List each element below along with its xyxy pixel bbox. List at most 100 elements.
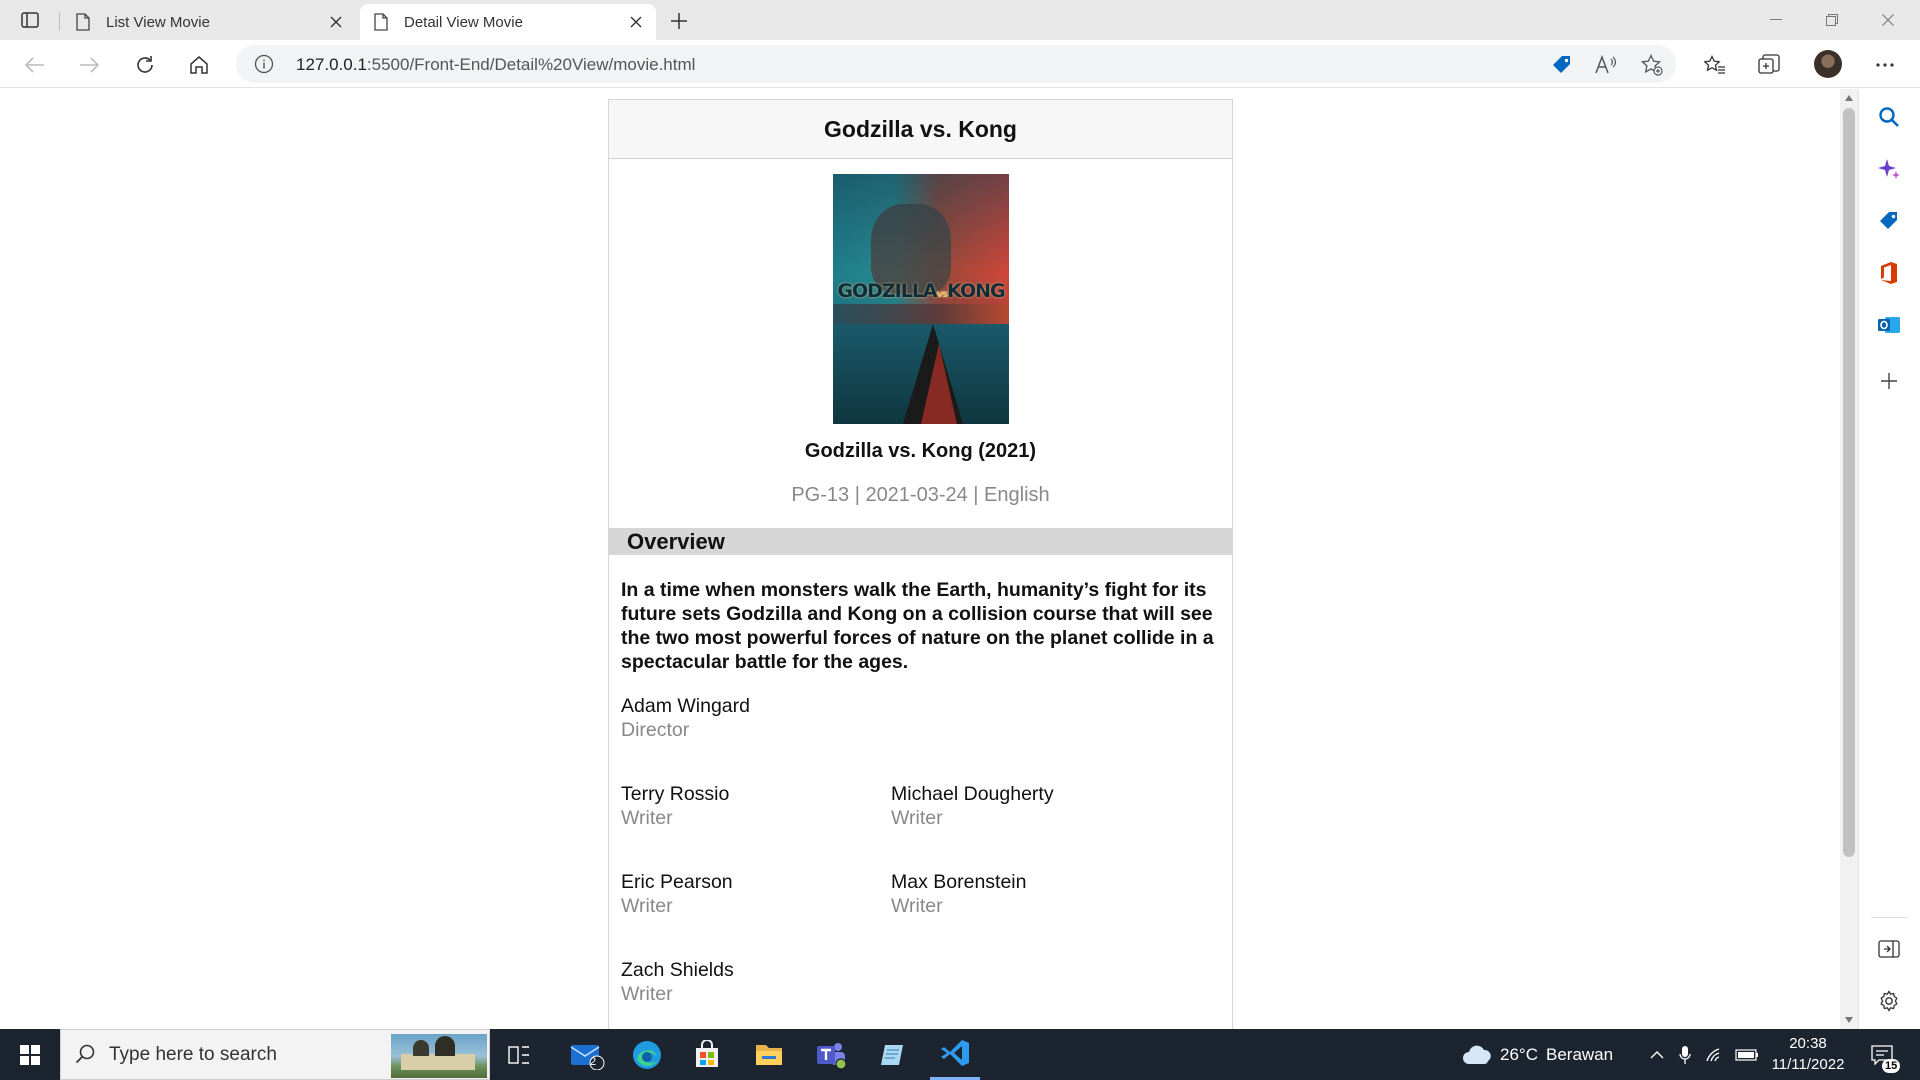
forward-arrow-icon[interactable]: [72, 48, 106, 82]
address-bar[interactable]: 127.0.0.1:5500/Front-End/Detail%20View/m…: [236, 45, 1676, 83]
crew-job: Writer: [891, 895, 943, 917]
windows-start-icon[interactable]: [0, 1029, 60, 1080]
movie-detail-card: Godzilla vs. Kong GODZILLAvsKONG Godzill…: [608, 99, 1233, 1029]
crew-name: Zach Shields: [621, 959, 734, 981]
movie-meta: PG-13 | 2021-03-24 | English: [791, 484, 1050, 506]
url-text[interactable]: 127.0.0.1:5500/Front-End/Detail%20View/m…: [296, 55, 695, 75]
refresh-icon[interactable]: [128, 48, 162, 82]
overview-heading: Overview: [627, 529, 725, 554]
scroll-down-arrow-icon[interactable]: [1845, 1017, 1853, 1023]
edge-sidebar: [1858, 89, 1920, 1029]
crew-member: Adam Wingard Director: [621, 694, 750, 742]
page-icon: [374, 13, 390, 31]
close-tab-icon[interactable]: [322, 8, 350, 36]
system-clock[interactable]: 20:38 11/11/2022: [1766, 1033, 1850, 1075]
tab-label: List View Movie: [106, 13, 210, 31]
cloudy-weather-icon: [1458, 1029, 1498, 1080]
tab-separator: [59, 12, 60, 30]
search-highlight-illustration: [391, 1034, 487, 1078]
clock-date: 11/11/2022: [1771, 1056, 1845, 1073]
battery-icon[interactable]: [1732, 1029, 1762, 1080]
crew-name: Adam Wingard: [621, 695, 750, 717]
poster-logo: GODZILLAvsKONG: [833, 280, 1009, 302]
movie-title: Godzilla vs. Kong (2021): [804, 440, 1037, 462]
taskbar-search-box[interactable]: Type here to search: [60, 1029, 490, 1080]
tab-actions-icon[interactable]: [14, 8, 46, 32]
crew-name: Eric Pearson: [621, 871, 733, 893]
teams-icon[interactable]: [806, 1029, 856, 1080]
settings-gear-icon[interactable]: [1875, 987, 1903, 1015]
crew-name: Michael Dougherty: [891, 783, 1054, 805]
page-icon: [76, 13, 92, 31]
shopping-tag-icon[interactable]: [1550, 53, 1574, 77]
browser-tab-bar: List View Movie Detail View Movie: [0, 0, 1920, 40]
url-path: :5500/Front-End/Detail%20View/movie.html: [366, 55, 696, 74]
crew-member: Max Borenstein Writer: [891, 870, 1026, 918]
notification-center-icon[interactable]: [1862, 1029, 1902, 1080]
wifi-icon[interactable]: [1702, 1029, 1728, 1080]
crew-job: Director: [621, 719, 690, 741]
mail-app-icon[interactable]: 2: [562, 1029, 612, 1080]
poster-logo-vs: vs: [936, 289, 949, 300]
tab-list-view-movie[interactable]: List View Movie: [62, 4, 356, 40]
office-icon[interactable]: [1875, 259, 1903, 287]
close-tab-icon[interactable]: [622, 8, 650, 36]
restore-button[interactable]: [1804, 0, 1860, 40]
crew-member: Terry Rossio Writer: [621, 782, 729, 830]
crew-job: Writer: [621, 807, 673, 829]
read-aloud-icon[interactable]: [1594, 53, 1618, 77]
notification-count-badge: 15: [1882, 1059, 1901, 1073]
file-explorer-icon[interactable]: [744, 1029, 794, 1080]
search-icon[interactable]: [1875, 103, 1903, 131]
overview-text: In a time when monsters walk the Earth, …: [621, 579, 1214, 673]
poster-red-spikes: [921, 344, 957, 424]
page-viewport: Godzilla vs. Kong GODZILLAvsKONG Godzill…: [0, 89, 1840, 1029]
outlook-icon[interactable]: [1875, 311, 1903, 339]
site-info-icon[interactable]: [254, 54, 274, 74]
add-sidebar-app-icon[interactable]: [1875, 367, 1903, 395]
favorites-icon[interactable]: [1698, 48, 1732, 82]
vscode-icon[interactable]: [930, 1029, 980, 1080]
notepad-icon[interactable]: [868, 1029, 918, 1080]
add-favorite-icon[interactable]: [1640, 53, 1664, 77]
show-hidden-icons-chevron-icon[interactable]: [1644, 1029, 1670, 1080]
profile-avatar[interactable]: [1814, 50, 1842, 78]
weather-description: Berawan: [1545, 1044, 1614, 1064]
crew-member: Michael Dougherty Writer: [891, 782, 1054, 830]
search-placeholder: Type here to search: [109, 1044, 277, 1065]
microphone-icon[interactable]: [1672, 1029, 1698, 1080]
collections-icon[interactable]: [1752, 48, 1786, 82]
hide-sidebar-icon[interactable]: [1875, 935, 1903, 963]
crew-job: Writer: [891, 807, 943, 829]
sidebar-divider: [1871, 917, 1907, 918]
tab-detail-view-movie[interactable]: Detail View Movie: [360, 4, 656, 40]
back-arrow-icon[interactable]: [18, 48, 52, 82]
weather-widget[interactable]: 26°C Berawan: [1500, 1029, 1620, 1080]
card-header-title: Godzilla vs. Kong: [609, 100, 1232, 159]
edge-browser-icon[interactable]: [622, 1029, 672, 1080]
more-options-icon[interactable]: [1868, 48, 1902, 82]
crew-member: Eric Pearson Writer: [621, 870, 733, 918]
minimize-button[interactable]: [1748, 0, 1804, 40]
microsoft-store-icon[interactable]: [682, 1029, 732, 1080]
crew-job: Writer: [621, 983, 673, 1005]
new-tab-button[interactable]: [664, 6, 694, 36]
poster-logo-left: GODZILLA: [837, 280, 937, 302]
scrollbar-thumb[interactable]: [1843, 108, 1855, 857]
crew-name: Max Borenstein: [891, 871, 1027, 893]
task-view-icon[interactable]: [496, 1029, 542, 1080]
overview-section-bar: Overview: [609, 528, 1232, 555]
shopping-tag-icon[interactable]: [1875, 207, 1903, 235]
poster-city: [833, 304, 1009, 324]
home-icon[interactable]: [182, 48, 216, 82]
scroll-up-arrow-icon[interactable]: [1845, 95, 1853, 101]
tab-label: Detail View Movie: [404, 13, 523, 31]
movie-poster: GODZILLAvsKONG: [833, 174, 1009, 424]
close-window-button[interactable]: [1860, 0, 1916, 40]
windows-taskbar: Type here to search 2 26°C Berawan 20:38…: [0, 1029, 1920, 1080]
url-host: 127.0.0.1: [296, 55, 367, 74]
discover-sparkle-icon[interactable]: [1875, 155, 1903, 183]
page-scrollbar[interactable]: [1840, 89, 1858, 1029]
mail-badge-count: 2: [590, 1056, 597, 1068]
clock-time: 20:38: [1789, 1035, 1827, 1052]
